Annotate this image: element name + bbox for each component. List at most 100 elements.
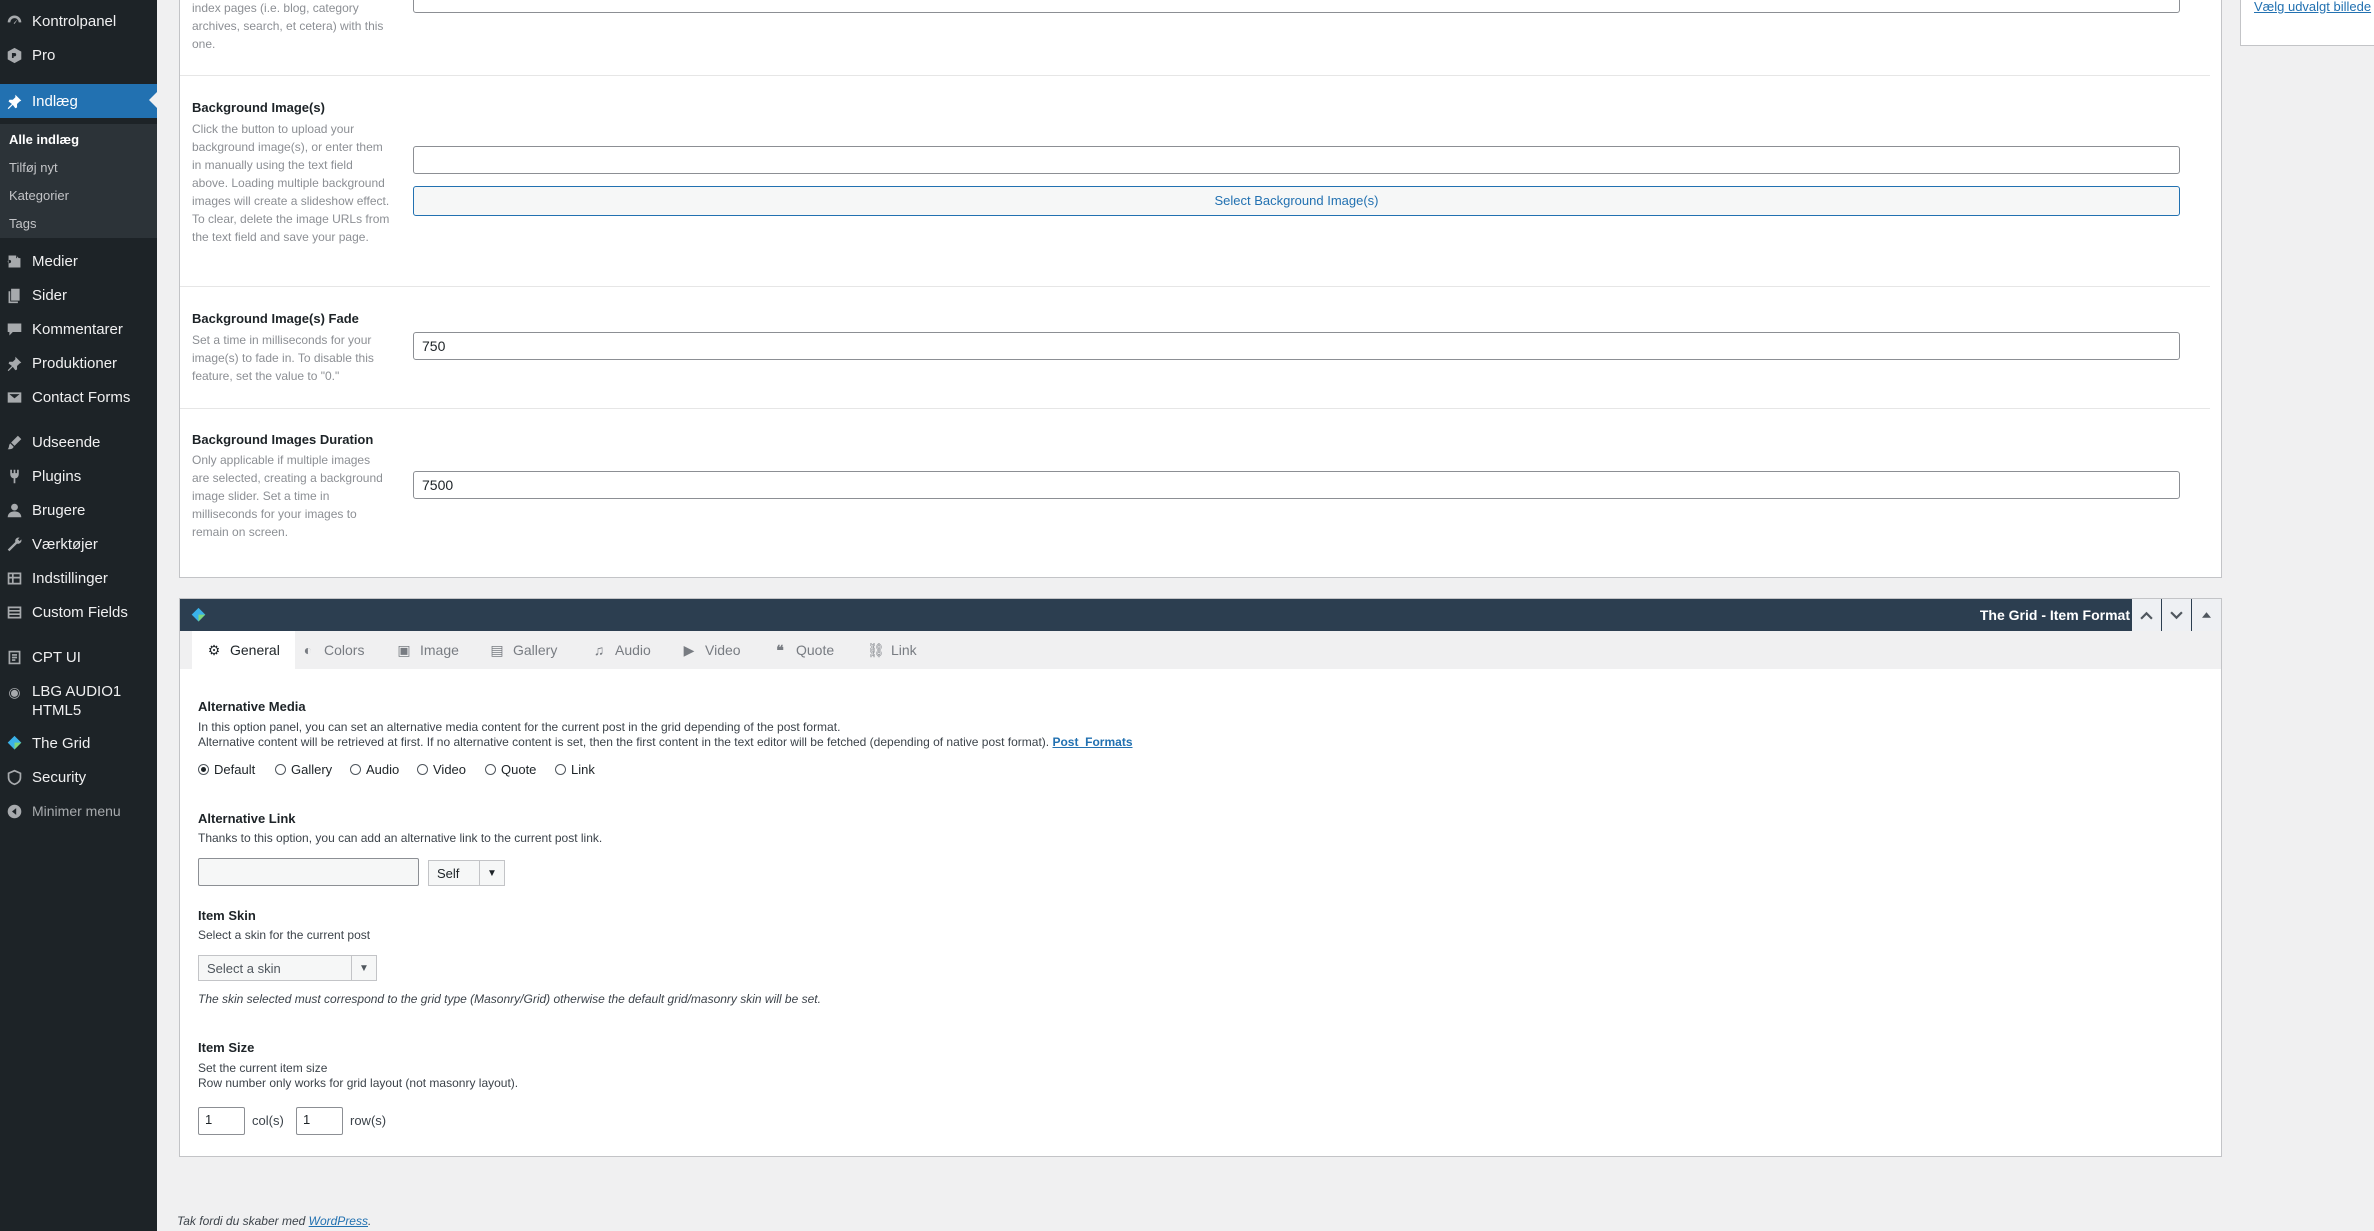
menu-item-contact-forms[interactable]: Contact Forms <box>0 381 157 413</box>
link-icon: ⛓ <box>867 641 885 658</box>
footer-thanks: Tak fordi du skaber med WordPress. <box>177 1214 371 1228</box>
menu-label: Udseende <box>32 433 101 451</box>
bg-duration-input[interactable]: 7500 <box>413 471 2180 499</box>
tab-audio[interactable]: ♫ Audio <box>591 631 651 669</box>
menu-item-udseende[interactable]: Udseende <box>0 426 157 458</box>
alt-link-title: Alternative Link <box>198 811 296 826</box>
settings-icon <box>6 570 23 587</box>
radio-audio[interactable]: Audio <box>350 762 399 777</box>
menu-item-lbg-audio[interactable]: ◉ LBG AUDIO1 HTML5 <box>0 675 157 725</box>
menu-item-indstillinger[interactable]: Indstillinger <box>0 562 157 594</box>
submenu-tags[interactable]: Tags <box>9 216 36 231</box>
item-skin-desc: Select a skin for the current post <box>198 928 371 942</box>
tab-general[interactable]: ⚙ General <box>192 631 295 669</box>
tab-link[interactable]: ⛓ Link <box>867 631 917 669</box>
alt-link-input[interactable] <box>198 858 419 886</box>
menu-label: Indstillinger <box>32 569 108 587</box>
chevron-down-icon[interactable] <box>2162 599 2191 631</box>
chevron-up-icon[interactable] <box>2132 599 2161 631</box>
audio-icon: ◉ <box>8 684 21 700</box>
rows-input[interactable]: 1 <box>296 1107 343 1135</box>
item-size-desc-2: Row number only works for grid layout (n… <box>198 1076 519 1090</box>
tab-colors[interactable]: ◐ Colors <box>300 631 365 669</box>
menu-item-plugins[interactable]: Plugins <box>0 460 157 492</box>
page-options-metabox: index pages (i.e. blog, category archive… <box>179 0 2222 578</box>
radio-gallery[interactable]: Gallery <box>275 762 332 777</box>
triangle-up-icon[interactable] <box>2192 599 2221 631</box>
alt-media-desc-2: Alternative content will be retrieved at… <box>198 735 1133 749</box>
menu-label: Contact Forms <box>32 388 131 406</box>
radio-label: Audio <box>366 762 400 777</box>
menu-label: Værktøjer <box>32 535 98 553</box>
media-icon <box>6 253 23 270</box>
menu-item-indlaeg[interactable]: Indlæg <box>0 84 157 118</box>
tab-gallery[interactable]: ▤ Gallery <box>489 631 557 669</box>
bg-images-input[interactable] <box>413 146 2180 174</box>
menu-item-the-grid[interactable]: The Grid <box>0 727 157 759</box>
menu-label-line2: HTML5 <box>32 702 82 719</box>
alt-media-desc-text: Alternative content will be retrieved at… <box>198 735 1050 749</box>
radio-link[interactable]: Link <box>555 762 595 777</box>
submenu-categories[interactable]: Kategorier <box>9 188 69 203</box>
tab-video[interactable]: ▶ Video <box>681 631 741 669</box>
menu-item-sider[interactable]: Sider <box>0 279 157 311</box>
bg-fade-input[interactable]: 750 <box>413 332 2180 360</box>
radio-video[interactable]: Video <box>417 762 466 777</box>
rows-label: row(s) <box>350 1113 387 1128</box>
menu-item-pro[interactable]: Pro <box>0 39 157 71</box>
wordpress-link[interactable]: WordPress <box>309 1214 368 1228</box>
tab-label: Link <box>891 642 917 658</box>
wrench-icon <box>6 536 23 553</box>
select-value: Select a skin <box>207 960 281 976</box>
pin-icon <box>6 355 23 372</box>
menu-label: Kommentarer <box>32 320 123 338</box>
menu-item-kontrolpanel[interactable]: Kontrolpanel <box>0 5 157 37</box>
item-skin-select[interactable]: Select a skin ▼ <box>198 955 377 981</box>
radio-label: Gallery <box>291 762 333 777</box>
radio-quote[interactable]: Quote <box>485 762 536 777</box>
panel-title: The Grid - Item Format <box>1979 607 2130 623</box>
cols-input[interactable]: 1 <box>198 1107 245 1135</box>
collapse-icon <box>6 803 23 820</box>
tab-quote[interactable]: ❝ Quote <box>772 631 834 669</box>
link-target-select[interactable]: Self ▼ <box>428 860 505 886</box>
submenu-all-posts[interactable]: Alle indlæg <box>9 132 79 147</box>
menu-item-cpt-ui[interactable]: CPT UI <box>0 641 157 673</box>
radio-selected-icon <box>198 764 209 775</box>
gallery-icon: ▤ <box>490 641 504 658</box>
menu-label: Minimer menu <box>32 803 121 819</box>
menu-item-produktioner[interactable]: Produktioner <box>0 347 157 379</box>
previous-option-input[interactable] <box>413 0 2180 13</box>
bg-duration-label: Background Images Duration <box>192 432 374 447</box>
menu-label: Sider <box>32 286 68 304</box>
select-bg-images-button[interactable]: Select Background Image(s) <box>413 186 2180 216</box>
tab-label: General <box>230 642 280 658</box>
palette-icon: ◐ <box>303 642 313 658</box>
bg-images-label: Background Image(s) <box>192 100 325 115</box>
menu-item-collapse[interactable]: Minimer menu <box>0 795 157 827</box>
submenu-add-new[interactable]: Tilføj nyt <box>9 160 58 175</box>
post-formats-link[interactable]: Post_Formats <box>1052 735 1132 749</box>
menu-label: Kontrolpanel <box>32 12 117 30</box>
menu-label: Produktioner <box>32 354 118 372</box>
set-featured-image-link[interactable]: Vælg udvalgt billede <box>2254 0 2371 14</box>
tab-label: Quote <box>796 642 835 658</box>
menu-item-security[interactable]: Security <box>0 761 157 793</box>
menu-item-custom-fields[interactable]: Custom Fields <box>0 596 157 628</box>
menu-label: Custom Fields <box>32 603 128 621</box>
tab-image[interactable]: ▣ Image <box>396 631 459 669</box>
pro-icon <box>6 47 23 64</box>
bg-duration-description: Only applicable if multiple images are s… <box>192 453 383 539</box>
radio-icon <box>350 764 361 775</box>
quote-icon: ❝ <box>776 641 784 658</box>
general-tab-content: Alternative Media In this option panel, … <box>180 669 2221 1156</box>
plugin-icon <box>6 468 23 485</box>
menu-item-brugere[interactable]: Brugere <box>0 494 157 526</box>
menu-item-vaerktoejer[interactable]: Værktøjer <box>0 528 157 560</box>
menu-item-medier[interactable]: Medier <box>0 245 157 277</box>
radio-default[interactable]: Default <box>198 762 255 777</box>
menu-item-kommentarer[interactable]: Kommentarer <box>0 313 157 345</box>
gear-icon: ⚙ <box>207 641 221 658</box>
admin-sidebar: Kontrolpanel Pro Indlæg Alle indlæg Tilf… <box>0 0 157 1231</box>
pin-icon <box>6 93 23 110</box>
